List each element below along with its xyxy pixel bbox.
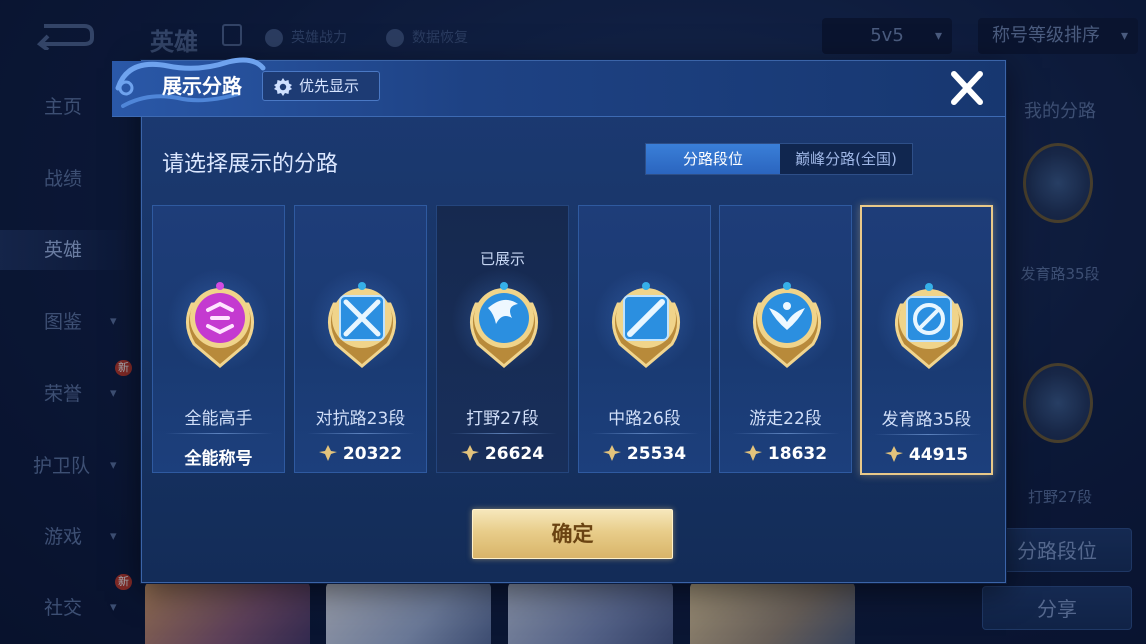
lane-value: 25534 [579,444,710,464]
all-round-emblem-icon [186,282,254,368]
jungle-emblem-icon [470,282,538,368]
lane-name: 对抗路23段 [315,409,406,429]
rank-points-icon [602,445,621,461]
priority-display-label: 优先显示 [299,77,360,95]
lane-value: 20322 [295,444,426,464]
gear-icon [274,78,292,96]
lane-card-roam[interactable]: 游走22段 18632 [719,205,852,473]
rank-points-icon [884,446,903,462]
lane-name: 打野27段 [466,409,539,429]
rank-points-icon [460,445,479,461]
shown-tag: 已展示 [479,250,525,268]
lane-card-mid-lane[interactable]: 中路26段 25534 [578,205,711,473]
tab-peak-lane-national[interactable]: 巅峰分路(全国) [780,144,912,174]
priority-display-button[interactable]: 优先显示 [262,71,380,101]
lane-value: 44915 [862,445,991,465]
roam-emblem-icon [753,282,821,368]
lane-card-list: 全能高手 全能称号 对抗路23段 20322 已展示 打野27段 26624 中… [152,205,997,477]
select-lane-prompt: 请选择展示的分路 [162,152,339,177]
modal-title: 展示分路 [162,74,242,98]
farm-lane-emblem-icon [895,283,963,369]
lane-card-farm-lane[interactable]: 发育路35段 44915 [860,205,993,475]
confirm-button[interactable]: 确定 [472,509,673,559]
lane-value: 18632 [720,444,851,464]
lane-name: 全能高手 [184,409,253,429]
lane-name: 中路26段 [608,409,681,429]
lane-tabs: 分路段位 巅峰分路(全国) [645,143,913,175]
lane-value: 26624 [437,444,568,464]
lane-card-all-round[interactable]: 全能高手 全能称号 [152,205,285,473]
lane-name: 发育路35段 [881,410,972,430]
lane-value: 全能称号 [184,449,253,469]
clash-lane-emblem-icon [328,282,396,368]
lane-name: 游走22段 [749,409,822,429]
close-icon[interactable] [946,68,988,108]
lane-card-jungle[interactable]: 已展示 打野27段 26624 [436,205,569,473]
rank-points-icon [743,445,762,461]
tab-lane-rank[interactable]: 分路段位 [646,144,780,174]
mid-lane-emblem-icon [612,282,680,368]
lane-card-clash-lane[interactable]: 对抗路23段 20322 [294,205,427,473]
rank-points-icon [318,445,337,461]
